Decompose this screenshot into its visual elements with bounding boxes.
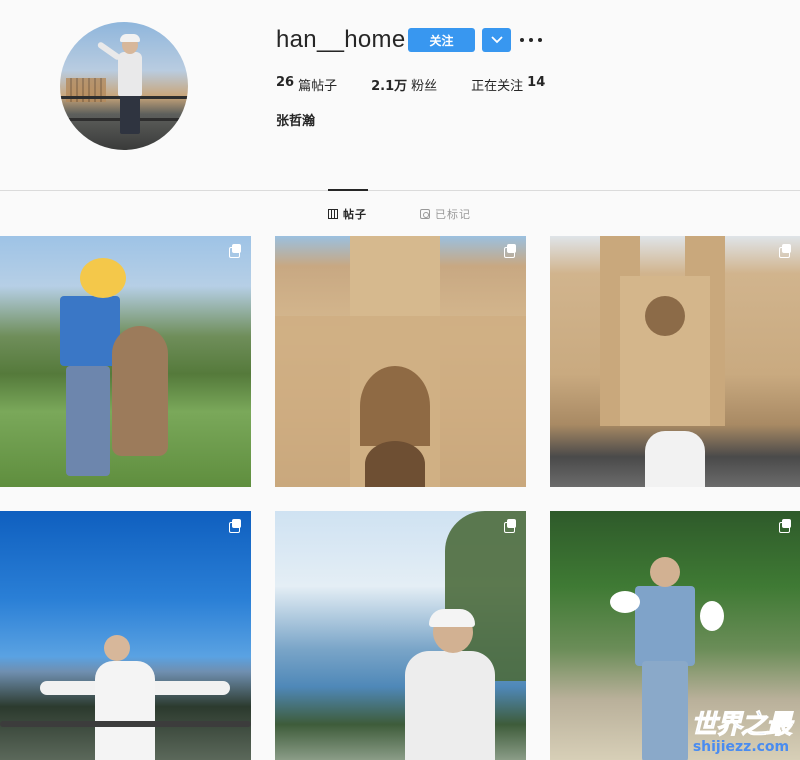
kangaroo [112,326,168,456]
followers-label: 粉丝 [411,79,438,94]
following-count: 14 [527,75,546,90]
person-white-tshirt [405,651,495,760]
post-tile-park-cockatoos[interactable]: 世界之最 shijiezz.com [550,511,800,760]
building-door-arch [365,441,425,487]
tabs-divider [0,190,800,191]
watermark-url: shijiezz.com [692,739,790,755]
post-tile-coastal-view[interactable] [275,511,526,760]
post-tile-cathedral[interactable] [550,236,800,487]
following-stat[interactable]: 正在关注 14 [471,75,545,94]
following-label: 正在关注 [471,79,524,94]
follow-button[interactable]: 关注 [408,28,475,52]
avatar-person-cap [120,34,140,42]
watermark-title: 世界之最 [690,710,792,740]
suggestions-dropdown-button[interactable] [482,28,511,52]
tab-posts-label: 帖子 [343,208,367,221]
followers-count: 2.1万 [371,79,408,94]
site-watermark: 世界之最 shijiezz.com [690,710,792,755]
post-tile-kangaroo-park[interactable] [0,236,251,487]
tagged-icon [420,209,430,219]
more-options-icon[interactable] [520,32,542,48]
tab-tagged[interactable]: 已标记 [420,206,471,222]
grid-icon [328,209,338,219]
avatar-person-legs [120,94,140,134]
person-cap [429,609,475,627]
person-head [650,557,680,587]
cathedral-rose-window [645,296,685,336]
avatar[interactable] [60,22,188,150]
posts-count-stat: 26 篇帖子 [276,75,337,94]
multiple-photos-icon [779,519,792,533]
posts-count: 26 [276,75,295,90]
post-tile-blue-mountains[interactable] [0,511,251,760]
profile-stats: 26 篇帖子 2.1万 粉丝 正在关注 14 [276,75,579,94]
multiple-photos-icon [504,519,517,533]
multiple-photos-icon [229,519,242,533]
post-tile-gothic-building[interactable] [275,236,526,487]
avatar-person-body [118,52,142,96]
person-head [104,635,130,661]
profile-username: han__home [276,26,406,53]
person-denim-jacket [635,586,695,666]
multiple-photos-icon [779,244,792,258]
multiple-photos-icon [504,244,517,258]
building-window-arch [360,366,430,446]
multiple-photos-icon [229,244,242,258]
cartoon-face-sticker [80,258,126,298]
profile-full-name: 张哲瀚 [276,114,316,129]
person-white-shirt [645,431,705,487]
active-tab-indicator [328,189,368,191]
tab-posts[interactable]: 帖子 [328,206,367,222]
person-jeans [642,661,688,760]
chevron-down-icon [490,36,503,44]
cockatoo-bird [610,591,640,613]
person-jeans [66,366,110,476]
tab-tagged-label: 已标记 [435,208,471,221]
followers-stat[interactable]: 2.1万 粉丝 [371,75,437,94]
person-white-sweatshirt [95,661,155,760]
posts-count-label: 篇帖子 [298,79,338,94]
railing [0,721,251,727]
cockatoo-bird [700,601,724,631]
person-jacket [60,296,120,366]
